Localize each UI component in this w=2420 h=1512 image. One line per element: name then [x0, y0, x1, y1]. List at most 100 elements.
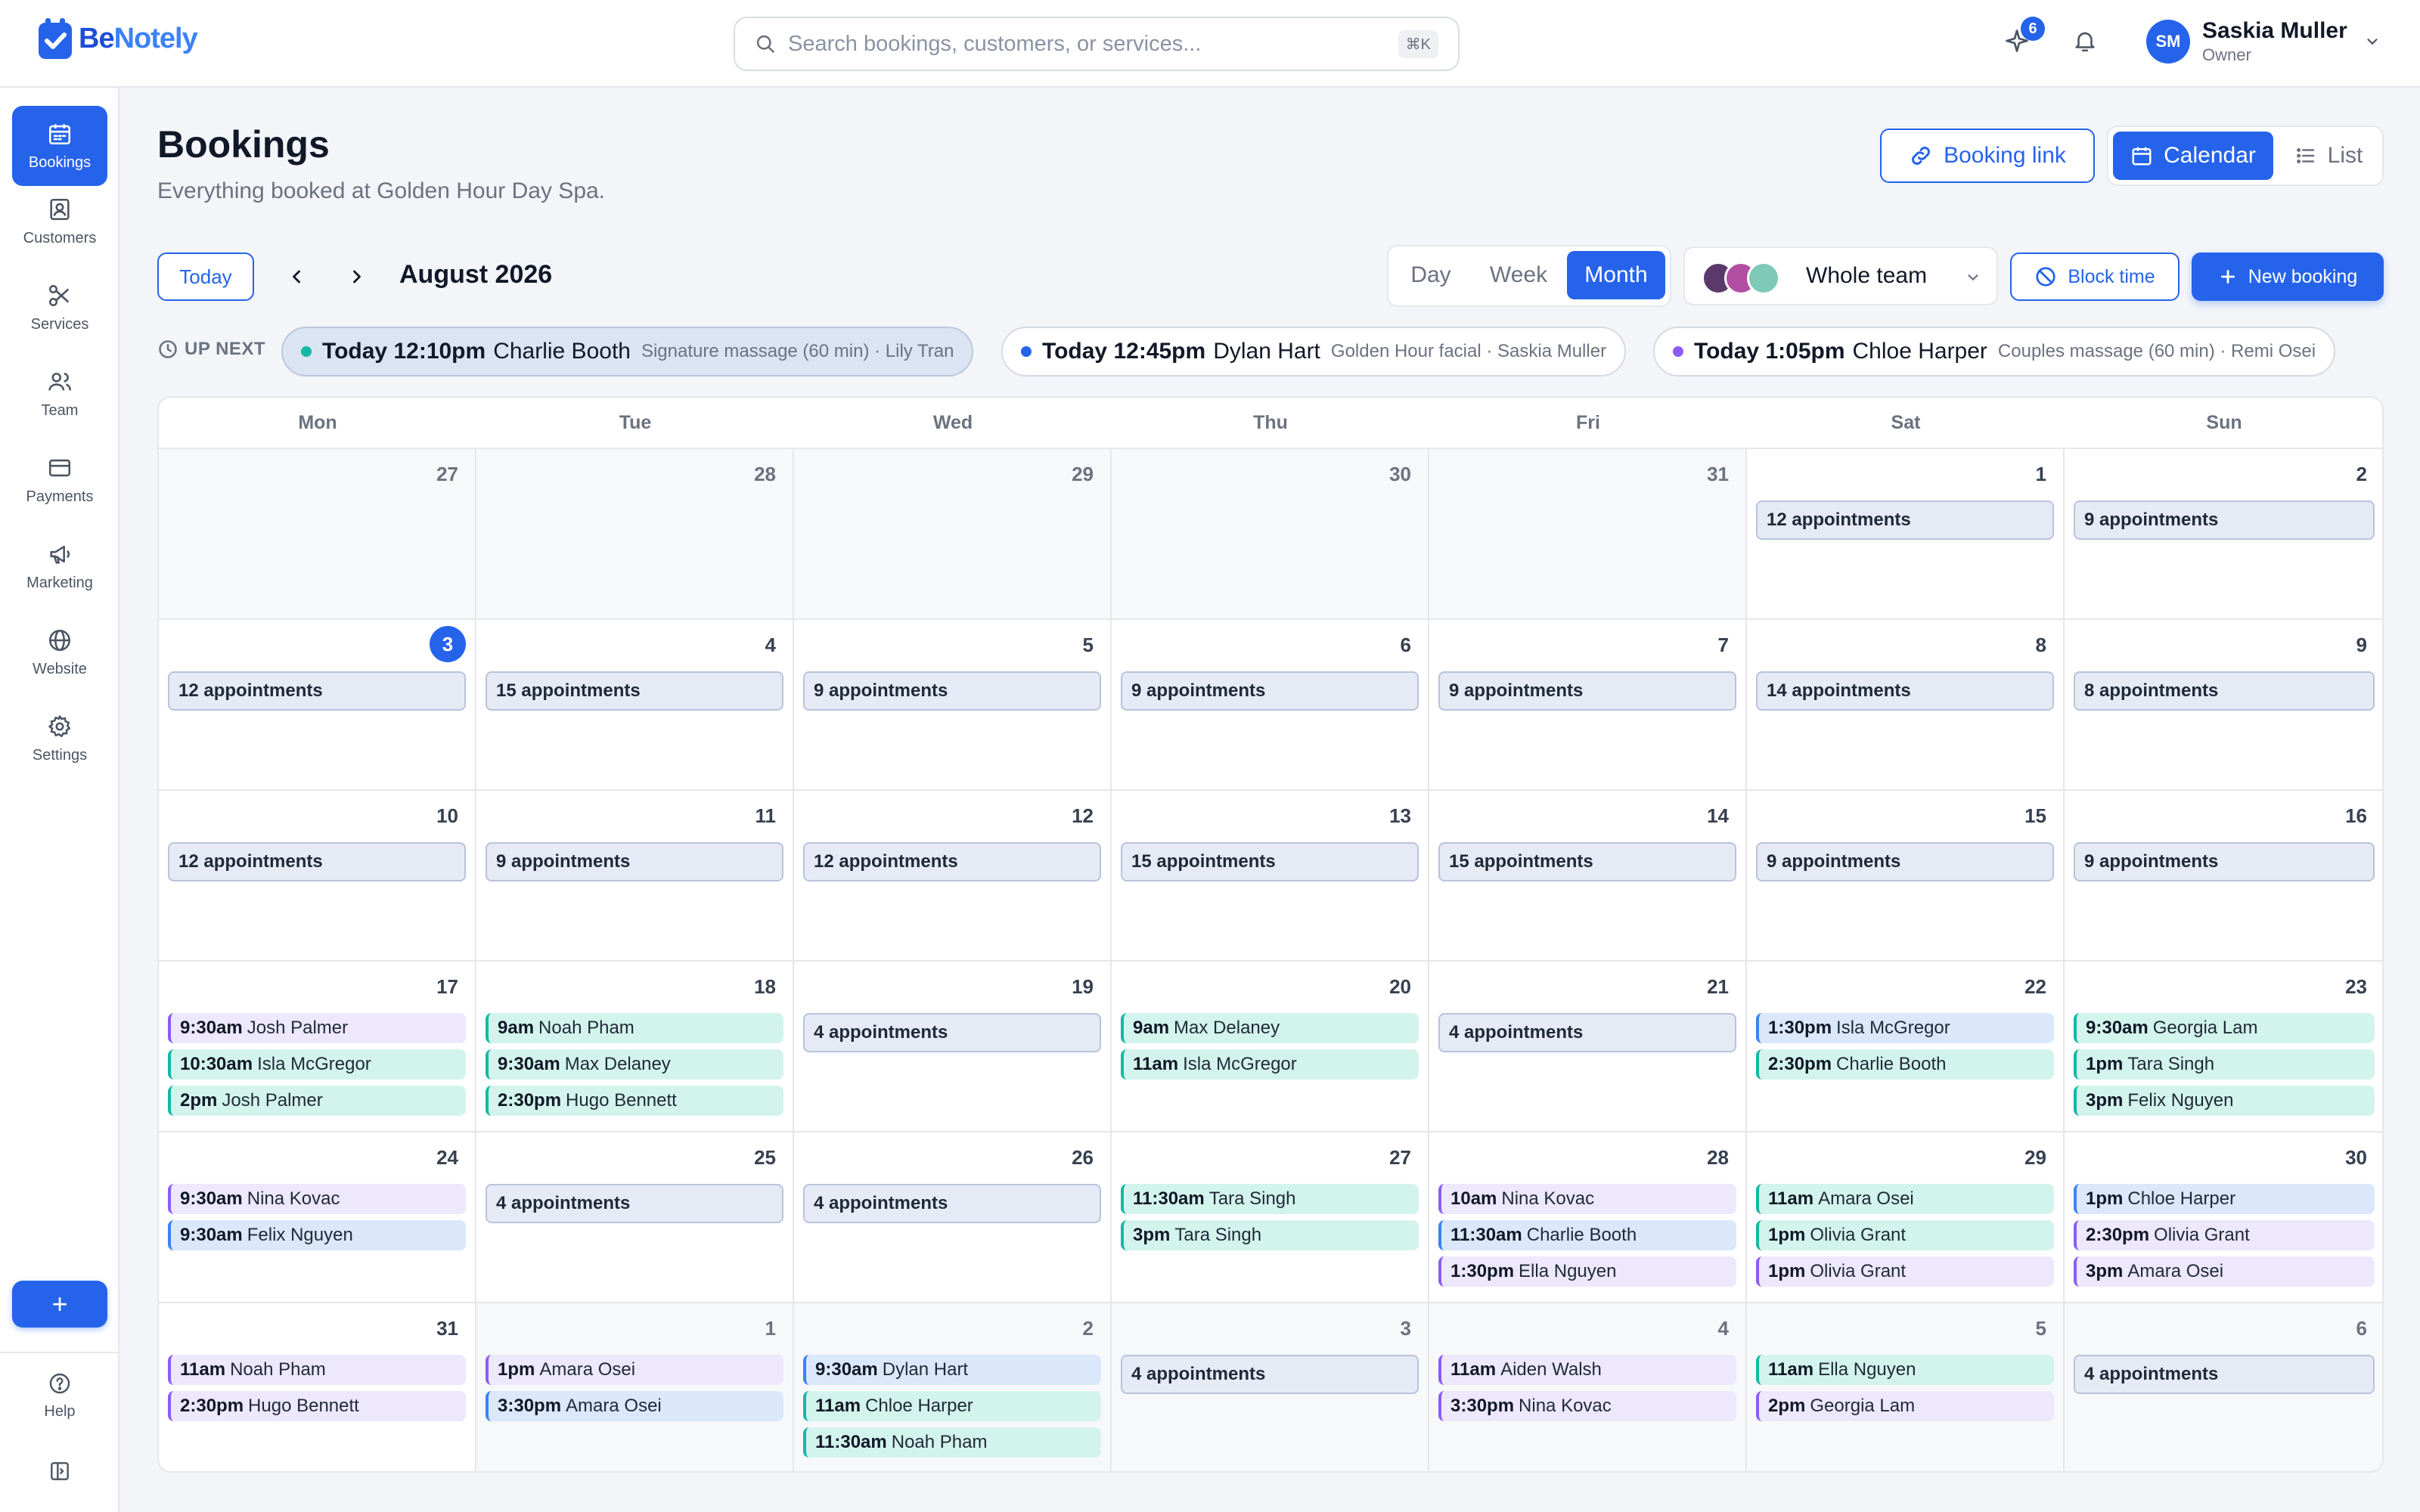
appointment-count-chip[interactable]: 9 appointments [2074, 500, 2375, 540]
calendar-day-cell[interactable]: 28 [476, 449, 794, 620]
calendar-day-cell[interactable]: 30 [1112, 449, 1429, 620]
sidebar-item-settings[interactable]: Settings [12, 699, 107, 779]
appointment-count-chip[interactable]: 14 appointments [1756, 671, 2054, 711]
calendar-day-cell[interactable]: 24 9:30am Nina Kovac 9:30am Felix Nguyen [159, 1132, 476, 1303]
notifications-button[interactable] [2065, 17, 2105, 65]
appointment-chip[interactable]: 1pm Tara Singh [2074, 1049, 2375, 1080]
calendar-day-cell[interactable]: 6 9 appointments [1112, 620, 1429, 791]
appointment-chip[interactable]: 9am Max Delaney [1121, 1013, 1419, 1043]
next-month-button[interactable] [339, 259, 375, 295]
calendar-day-cell[interactable]: 23 9:30am Georgia Lam 1pm Tara Singh 3pm Felix… [2065, 962, 2382, 1132]
appointment-chip[interactable]: 2pm Josh Palmer [168, 1086, 466, 1116]
appointment-chip[interactable]: 11am Isla McGregor [1121, 1049, 1419, 1080]
sidebar-item-team[interactable]: Team [12, 354, 107, 434]
appointment-chip[interactable]: 1pm Chloe Harper [2074, 1184, 2375, 1214]
calendar-day-cell[interactable]: 3 12 appointments [159, 620, 476, 791]
appointment-count-chip[interactable]: 4 appointments [803, 1184, 1101, 1223]
appointment-chip[interactable]: 11am Amara Osei [1756, 1184, 2054, 1214]
sidebar-item-customers[interactable]: Customers [12, 181, 107, 262]
appointment-chip[interactable]: 11am Aiden Walsh [1438, 1355, 1736, 1385]
month-view-button[interactable]: Month [1567, 251, 1665, 299]
appointment-count-chip[interactable]: 9 appointments [803, 671, 1101, 711]
appointment-chip[interactable]: 11:30am Charlie Booth [1438, 1220, 1736, 1250]
appointment-chip[interactable]: 9:30am Josh Palmer [168, 1013, 466, 1043]
appointment-chip[interactable]: 3:30pm Amara Osei [486, 1391, 783, 1421]
app-logo[interactable]: BeNotely [36, 17, 198, 60]
appointment-count-chip[interactable]: 15 appointments [1438, 842, 1736, 881]
appointment-chip[interactable]: 9:30am Max Delaney [486, 1049, 783, 1080]
appointment-chip[interactable]: 2:30pm Hugo Bennett [168, 1391, 466, 1421]
calendar-day-cell[interactable]: 9 8 appointments [2065, 620, 2382, 791]
calendar-day-cell[interactable]: 2 9:30am Dylan Hart 11am Chloe Harper 11:30am… [794, 1303, 1112, 1471]
calendar-day-cell[interactable]: 19 4 appointments [794, 962, 1112, 1132]
appointment-chip[interactable]: 1pm Olivia Grant [1756, 1220, 2054, 1250]
appointment-count-chip[interactable]: 4 appointments [1438, 1013, 1736, 1052]
sidebar-item-website[interactable]: Website [12, 612, 107, 692]
list-view-button[interactable]: List [2276, 132, 2381, 180]
appointment-chip[interactable]: 9:30am Dylan Hart [803, 1355, 1101, 1385]
appointment-chip[interactable]: 11am Chloe Harper [803, 1391, 1101, 1421]
calendar-day-cell[interactable]: 7 9 appointments [1429, 620, 1747, 791]
appointment-count-chip[interactable]: 4 appointments [486, 1184, 783, 1223]
previous-month-button[interactable] [278, 259, 315, 295]
appointment-chip[interactable]: 2:30pm Charlie Booth [1756, 1049, 2054, 1080]
block-time-button[interactable]: Block time [2010, 253, 2180, 301]
calendar-day-cell[interactable]: 31 [1429, 449, 1747, 620]
appointment-chip[interactable]: 3:30pm Nina Kovac [1438, 1391, 1736, 1421]
appointment-count-chip[interactable]: 4 appointments [803, 1013, 1101, 1052]
calendar-day-cell[interactable]: 29 11am Amara Osei 1pm Olivia Grant 1pm Olivia… [1747, 1132, 2065, 1303]
search-input[interactable]: Search bookings, customers, or services.… [734, 17, 1460, 71]
appointment-chip[interactable]: 3pm Amara Osei [2074, 1256, 2375, 1287]
appointment-chip[interactable]: 9am Noah Pham [486, 1013, 783, 1043]
calendar-day-cell[interactable]: 29 [794, 449, 1112, 620]
appointment-chip[interactable]: 9:30am Nina Kovac [168, 1184, 466, 1214]
appointment-chip[interactable]: 1:30pm Ella Nguyen [1438, 1256, 1736, 1287]
sidebar-item-bookings[interactable]: Bookings [12, 106, 107, 186]
appointment-chip[interactable]: 2:30pm Hugo Bennett [486, 1086, 783, 1116]
calendar-day-cell[interactable]: 1 12 appointments [1747, 449, 2065, 620]
calendar-day-cell[interactable]: 27 11:30am Tara Singh 3pm Tara Singh [1112, 1132, 1429, 1303]
calendar-day-cell[interactable]: 8 14 appointments [1747, 620, 2065, 791]
appointment-count-chip[interactable]: 12 appointments [803, 842, 1101, 881]
calendar-day-cell[interactable]: 28 10am Nina Kovac 11:30am Charlie Booth 1:30… [1429, 1132, 1747, 1303]
calendar-day-cell[interactable]: 2 9 appointments [2065, 449, 2382, 620]
calendar-day-cell[interactable]: 21 4 appointments [1429, 962, 1747, 1132]
calendar-day-cell[interactable]: 15 9 appointments [1747, 791, 2065, 962]
appointment-chip[interactable]: 11:30am Tara Singh [1121, 1184, 1419, 1214]
appointment-count-chip[interactable]: 15 appointments [1121, 842, 1419, 881]
appointment-count-chip[interactable]: 9 appointments [2074, 842, 2375, 881]
calendar-day-cell[interactable]: 4 11am Aiden Walsh 3:30pm Nina Kovac [1429, 1303, 1747, 1471]
calendar-day-cell[interactable]: 31 11am Noah Pham 2:30pm Hugo Bennett [159, 1303, 476, 1471]
appointment-chip[interactable]: 9:30am Georgia Lam [2074, 1013, 2375, 1043]
calendar-day-cell[interactable]: 1 1pm Amara Osei 3:30pm Amara Osei [476, 1303, 794, 1471]
calendar-day-cell[interactable]: 20 9am Max Delaney 11am Isla McGregor [1112, 962, 1429, 1132]
collapse-sidebar-button[interactable] [12, 1448, 107, 1494]
appointment-chip[interactable]: 11am Ella Nguyen [1756, 1355, 2054, 1385]
appointment-chip[interactable]: 11am Noah Pham [168, 1355, 466, 1385]
calendar-view-button[interactable]: Calendar [2113, 132, 2273, 180]
calendar-day-cell[interactable]: 5 9 appointments [794, 620, 1112, 791]
appointment-chip[interactable]: 2pm Georgia Lam [1756, 1391, 2054, 1421]
up-next-item[interactable]: Today 12:10pm Charlie Booth Signature ma… [281, 327, 974, 376]
appointment-chip[interactable]: 10:30am Isla McGregor [168, 1049, 466, 1080]
calendar-day-cell[interactable]: 4 15 appointments [476, 620, 794, 791]
appointment-count-chip[interactable]: 12 appointments [168, 842, 466, 881]
calendar-day-cell[interactable]: 17 9:30am Josh Palmer 10:30am Isla McGregor 2… [159, 962, 476, 1132]
calendar-day-cell[interactable]: 25 4 appointments [476, 1132, 794, 1303]
week-view-button[interactable]: Week [1472, 251, 1565, 299]
day-view-button[interactable]: Day [1393, 251, 1469, 299]
up-next-item[interactable]: Today 12:45pm Dylan Hart Golden Hour fac… [1001, 327, 1627, 376]
calendar-day-cell[interactable]: 16 9 appointments [2065, 791, 2382, 962]
appointment-count-chip[interactable]: 9 appointments [486, 842, 783, 881]
today-button[interactable]: Today [157, 253, 254, 301]
appointment-count-chip[interactable]: 15 appointments [486, 671, 783, 711]
calendar-day-cell[interactable]: 3 4 appointments [1112, 1303, 1429, 1471]
quick-add-button[interactable]: + [12, 1281, 107, 1328]
calendar-day-cell[interactable]: 18 9am Noah Pham 9:30am Max Delaney 2:30pm Hug… [476, 962, 794, 1132]
sidebar-item-marketing[interactable]: Marketing [12, 526, 107, 606]
appointment-chip[interactable]: 1pm Olivia Grant [1756, 1256, 2054, 1287]
calendar-day-cell[interactable]: 13 15 appointments [1112, 791, 1429, 962]
sidebar-item-payments[interactable]: Payments [12, 440, 107, 520]
appointment-chip[interactable]: 1:30pm Isla McGregor [1756, 1013, 2054, 1043]
appointment-count-chip[interactable]: 9 appointments [1438, 671, 1736, 711]
